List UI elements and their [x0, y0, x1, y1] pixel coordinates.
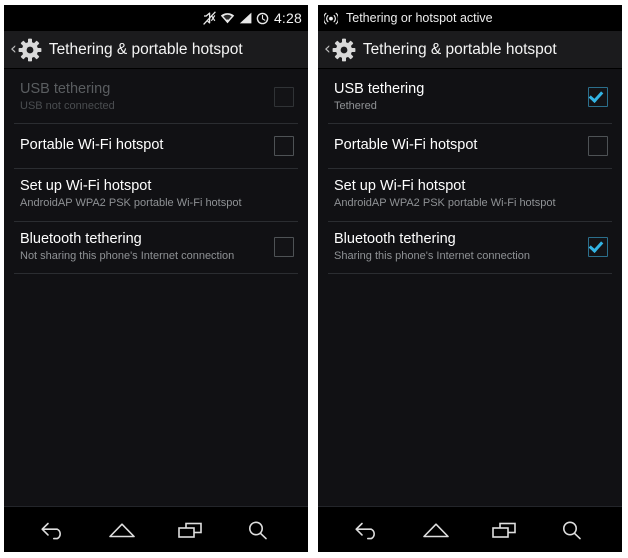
page-title: Tethering & portable hotspot [362, 40, 557, 58]
nav-recents-button[interactable] [168, 513, 212, 547]
phone-screen-left: 4:28 ‹ Tethering & portable hotspot USB tet… [4, 5, 308, 552]
recents-icon[interactable] [489, 519, 519, 541]
nav-search-button[interactable] [236, 513, 280, 547]
list-item-portable-wifi-hotspot[interactable]: Portable Wi-Fi hotspot [318, 124, 622, 168]
list-item-set-up-wifi-hotspot[interactable]: Set up Wi-Fi hotspot AndroidAP WPA2 PSK p… [4, 169, 308, 220]
list-item-texts: Set up Wi-Fi hotspot AndroidAP WPA2 PSK p… [334, 178, 608, 210]
nav-search-button[interactable] [550, 513, 594, 547]
list-item-title: Portable Wi-Fi hotspot [334, 136, 478, 153]
action-bar: ‹ Tethering & portable hotspot [4, 31, 308, 69]
wifi-icon [220, 12, 235, 24]
list-item-portable-wifi-hotspot[interactable]: Portable Wi-Fi hotspot [4, 124, 308, 168]
settings-gear-icon[interactable] [18, 38, 42, 62]
checkbox-usb-tethering[interactable] [588, 87, 608, 108]
settings-list: USB tethering Tethered Portable Wi-Fi hots… [318, 69, 622, 506]
search-icon[interactable] [557, 519, 587, 541]
hotspot-icon [324, 11, 338, 25]
checkbox-bluetooth-tethering[interactable] [588, 237, 608, 258]
nav-back-button[interactable] [346, 513, 390, 547]
list-item-set-up-wifi-hotspot[interactable]: Set up Wi-Fi hotspot AndroidAP WPA2 PSK p… [318, 169, 622, 220]
checkbox-portable-wifi-hotspot[interactable] [588, 135, 608, 156]
list-item-title: Bluetooth tethering [334, 230, 456, 247]
system-navigation-bar [318, 506, 622, 552]
list-item-title: Bluetooth tethering [20, 230, 142, 247]
nav-recents-button[interactable] [482, 513, 526, 547]
status-bar-clock: 4:28 [273, 10, 302, 26]
search-icon[interactable] [243, 519, 273, 541]
alarm-icon [256, 12, 269, 25]
checkbox-bluetooth-tethering[interactable] [274, 237, 294, 258]
list-item-summary: Tethered [334, 99, 377, 112]
nav-back-button[interactable] [32, 513, 76, 547]
status-bar: 4:28 [4, 5, 308, 31]
list-divider [328, 273, 612, 275]
list-item-texts: Bluetooth tethering Sharing this phone's … [334, 231, 578, 263]
checkbox-usb-tethering [274, 87, 294, 108]
page-title: Tethering & portable hotspot [48, 40, 243, 58]
nav-home-button[interactable] [414, 513, 458, 547]
action-bar: ‹ Tethering & portable hotspot [318, 31, 622, 69]
up-navigation-chevron-icon[interactable]: ‹ [10, 41, 17, 58]
list-divider [14, 273, 298, 275]
list-item-title: Set up Wi-Fi hotspot [334, 178, 466, 195]
signal-icon [239, 12, 252, 24]
nav-home-button[interactable] [100, 513, 144, 547]
settings-list: USB tethering USB not connected Portable W… [4, 69, 308, 506]
screenshot-stage: 4:28 ‹ Tethering & portable hotspot USB tet… [0, 0, 628, 558]
list-item-summary: USB not connected [20, 99, 115, 112]
list-item-texts: Set up Wi-Fi hotspot AndroidAP WPA2 PSK p… [20, 178, 294, 210]
list-item-usb-tethering: USB tethering USB not connected [4, 72, 308, 123]
home-icon[interactable] [421, 519, 451, 541]
list-item-bluetooth-tethering[interactable]: Bluetooth tethering Sharing this phone's … [318, 222, 622, 273]
status-notification-icons [324, 11, 338, 25]
list-item-title: USB tethering [20, 81, 111, 97]
list-item-summary: Sharing this phone's Internet connection [334, 249, 530, 262]
list-item-bluetooth-tethering[interactable]: Bluetooth tethering Not sharing this phon… [4, 222, 308, 273]
status-system-icons [203, 11, 269, 25]
back-icon[interactable] [353, 519, 383, 541]
list-item-title: Portable Wi-Fi hotspot [20, 136, 164, 153]
list-item-usb-tethering[interactable]: USB tethering Tethered [318, 72, 622, 123]
back-icon[interactable] [39, 519, 69, 541]
phone-screen-right: Tethering or hotspot active ‹ Tethering & … [318, 5, 622, 552]
list-item-summary: AndroidAP WPA2 PSK portable Wi-Fi hotspo… [20, 197, 242, 210]
list-item-title: Set up Wi-Fi hotspot [20, 178, 152, 195]
list-item-texts: Bluetooth tethering Not sharing this phon… [20, 231, 264, 263]
list-item-texts: Portable Wi-Fi hotspot [20, 137, 264, 156]
system-navigation-bar [4, 506, 308, 552]
status-bar: Tethering or hotspot active [318, 5, 622, 31]
mute-icon [203, 11, 216, 25]
recents-icon[interactable] [175, 519, 205, 541]
list-item-title: USB tethering [334, 81, 425, 97]
list-item-summary: AndroidAP WPA2 PSK portable Wi-Fi hotspo… [334, 197, 556, 210]
list-item-texts: Portable Wi-Fi hotspot [334, 137, 578, 156]
list-item-texts: USB tethering USB not connected [20, 81, 264, 113]
home-icon[interactable] [107, 519, 137, 541]
status-notification-text: Tethering or hotspot active [346, 10, 493, 25]
list-item-texts: USB tethering Tethered [334, 81, 578, 113]
checkbox-portable-wifi-hotspot[interactable] [274, 135, 294, 156]
settings-gear-icon[interactable] [332, 38, 356, 62]
up-navigation-chevron-icon[interactable]: ‹ [324, 41, 331, 58]
list-item-summary: Not sharing this phone's Internet connec… [20, 249, 235, 262]
